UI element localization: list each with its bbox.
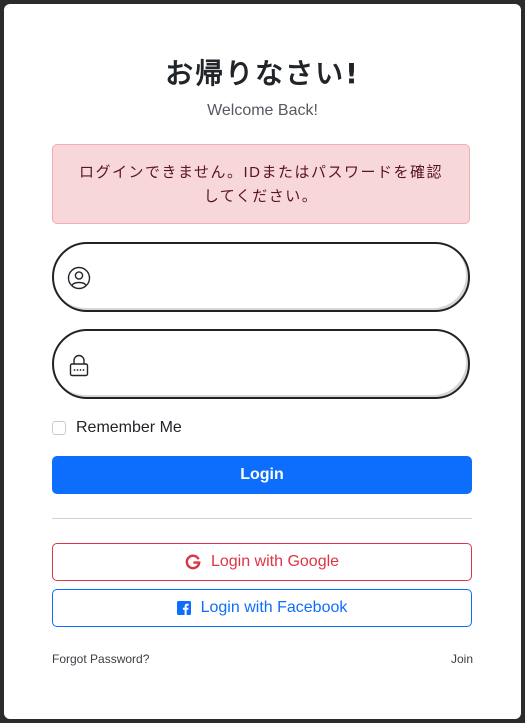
page-title: お帰りなさい!	[165, 57, 360, 90]
remember-checkbox[interactable]	[52, 421, 66, 435]
lock-icon	[69, 354, 89, 377]
google-login-button[interactable]: Login with Google	[52, 543, 472, 581]
facebook-login-button[interactable]: Login with Facebook	[52, 589, 472, 627]
remember-me[interactable]: Remember Me	[52, 418, 182, 438]
join-link[interactable]: Join	[451, 652, 473, 666]
facebook-login-label: Login with Facebook	[200, 599, 348, 616]
username-field[interactable]	[52, 242, 470, 312]
google-login-label: Login with Google	[210, 553, 340, 570]
google-icon	[185, 554, 201, 570]
error-alert: ログインできません。IDまたはパスワードを確認してください。	[52, 144, 470, 224]
password-input[interactable]	[102, 347, 456, 383]
user-circle-icon	[67, 266, 91, 290]
password-field[interactable]	[52, 329, 470, 399]
username-input[interactable]	[102, 260, 456, 296]
facebook-icon	[176, 601, 191, 615]
login-card: お帰りなさい! Welcome Back! ログインできません。IDまたはパスワ…	[4, 4, 521, 719]
page-subtitle: Welcome Back!	[207, 102, 318, 119]
login-button[interactable]: Login	[52, 456, 472, 494]
remember-label: Remember Me	[76, 419, 182, 436]
divider	[52, 518, 472, 519]
forgot-password-link[interactable]: Forgot Password?	[52, 652, 149, 666]
